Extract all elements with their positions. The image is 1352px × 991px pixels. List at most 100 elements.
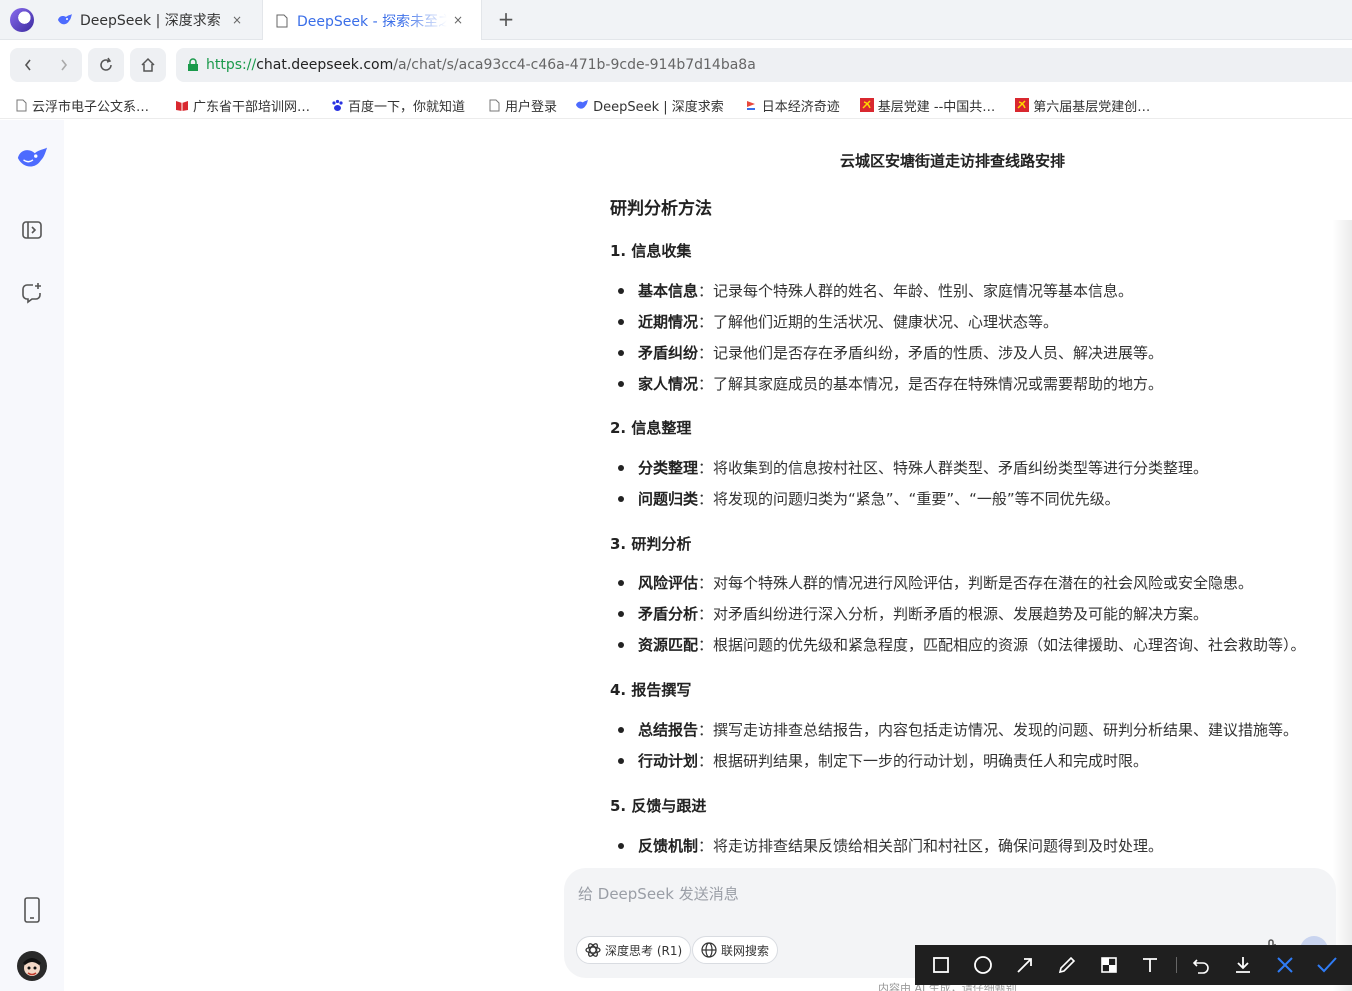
bookmark-flag-icon xyxy=(744,98,758,112)
bookmark-label: 广东省干部培训网… xyxy=(193,99,311,115)
new-tab-button[interactable]: + xyxy=(494,8,518,32)
bullet xyxy=(618,287,624,294)
arrow-tool-button[interactable] xyxy=(1009,948,1042,982)
tab-bar: DeepSeek | 深度求索 × DeepSeek - 探索未至之境 × + xyxy=(0,0,1352,41)
mosaic-tool-button[interactable] xyxy=(1092,948,1125,982)
close-tab-icon[interactable]: × xyxy=(228,11,246,29)
chevron-right-icon xyxy=(61,59,68,71)
new-chat-icon xyxy=(22,283,41,304)
item-text: ：了解其家庭成员的基本情况，是否存在特殊情况或需要帮助的地方。 xyxy=(698,375,1164,393)
url-path: /a/chat/s/aca93cc4-c46a-471b-9cde-914b7d… xyxy=(393,57,756,73)
bookmark-label: 百度一下，你就知道 xyxy=(348,99,466,115)
deep-think-label: 深度思考 (R1) xyxy=(605,943,683,958)
undo-button[interactable] xyxy=(1185,948,1218,982)
bookmark-item[interactable]: DeepSeek | 深度求索 xyxy=(575,96,724,115)
circle-icon xyxy=(974,956,993,974)
subsection-heading: 5. 反馈与跟进 xyxy=(610,797,707,815)
item-label: 行动计划 xyxy=(638,752,699,770)
message-input[interactable] xyxy=(578,880,1278,908)
list-item: 资源匹配 ：根据问题的优先级和紧急程度，匹配相应的资源（如法律援助、心理咨询、社会… xyxy=(618,634,1306,655)
book-icon xyxy=(175,98,189,112)
item-label: 基本信息 xyxy=(638,282,699,300)
tab-deepseek-chat[interactable]: DeepSeek - 探索未至之境 × xyxy=(262,0,482,41)
toolbar-divider xyxy=(1175,957,1177,973)
item-text: ：对矛盾纠纷进行深入分析，判断矛盾的根源、发展趋势及可能的解决方案。 xyxy=(698,605,1209,623)
bookmark-item[interactable]: 第六届基层党建创… xyxy=(1015,96,1150,115)
list-item: 风险评估 ：对每个特殊人群的情况进行风险评估，判断是否存在潜在的社会风险或安全隐患… xyxy=(618,572,1253,593)
browser-logo-icon[interactable] xyxy=(10,8,34,32)
pen-tool-button[interactable] xyxy=(1050,948,1083,982)
item-text: ：记录每个特殊人群的姓名、年龄、性别、家庭情况等基本信息。 xyxy=(698,282,1134,300)
home-button[interactable] xyxy=(130,48,166,82)
forward-button[interactable] xyxy=(46,48,82,82)
back-button[interactable] xyxy=(10,48,46,82)
bookmark-item[interactable]: 云浮市电子公文系… xyxy=(14,96,149,115)
list-item: 矛盾纠纷 ：记录他们是否存在矛盾纠纷，矛盾的性质、涉及人员、解决进展等。 xyxy=(618,342,1163,363)
arrow-icon xyxy=(1017,958,1032,973)
bookmark-item[interactable]: 用户登录 xyxy=(487,96,557,115)
list-item: 分类整理 ：将收集到的信息按村社区、特殊人群类型、矛盾纠纷类型等进行分类整理。 xyxy=(618,457,1208,478)
deepseek-logo-icon[interactable] xyxy=(16,142,48,174)
document-title: 云城区安塘街道走访排查线路安排 xyxy=(840,152,1066,170)
new-chat-button[interactable] xyxy=(16,277,48,309)
ellipse-tool-button[interactable] xyxy=(967,948,1000,982)
item-text: ：将走访排查结果反馈给相关部门和村社区，确保问题得到及时处理。 xyxy=(698,837,1164,855)
bookmark-label: 云浮市电子公文系… xyxy=(32,99,150,115)
navigation-bar: https://chat.deepseek.com/a/chat/s/aca93… xyxy=(0,40,1352,92)
item-text: ：将收集到的信息按村社区、特殊人群类型、矛盾纠纷类型等进行分类整理。 xyxy=(698,459,1209,477)
tab-title: DeepSeek | 深度求索 xyxy=(80,13,221,29)
scroll-shadow xyxy=(1332,220,1352,991)
party-emblem-icon xyxy=(859,98,874,112)
deep-think-button[interactable]: 深度思考 (R1) xyxy=(576,936,692,964)
bullet xyxy=(618,495,624,502)
download-button[interactable] xyxy=(1227,948,1260,982)
item-text: ：根据研判结果，制定下一步的行动计划，明确责任人和完成时限。 xyxy=(698,752,1149,770)
item-label: 资源匹配 xyxy=(638,636,699,654)
item-text: ：根据问题的优先级和紧急程度，匹配相应的资源（如法律援助、心理咨询、社会救助等）… xyxy=(698,636,1306,654)
rectangle-tool-button[interactable] xyxy=(925,948,958,982)
open-sidebar-button[interactable] xyxy=(16,214,48,246)
app-sidebar xyxy=(0,120,64,991)
url-host: chat.deepseek.com xyxy=(256,57,394,73)
item-label: 家人情况 xyxy=(638,375,699,393)
globe-icon xyxy=(701,942,717,958)
mobile-app-button[interactable] xyxy=(16,894,48,926)
tab-deepseek-home[interactable]: DeepSeek | 深度求索 × xyxy=(46,0,260,40)
item-text: ：撰写走访排查总结报告，内容包括走访情况、发现的问题、研判分析结果、建议措施等。 xyxy=(698,721,1299,739)
tab-title: DeepSeek - 探索未至之境 xyxy=(297,13,447,30)
bookmark-item[interactable]: 百度一下，你就知道 xyxy=(330,96,465,115)
avatar[interactable] xyxy=(16,950,48,982)
bookmark-label: 第六届基层党建创… xyxy=(1033,99,1151,115)
rectangle-icon xyxy=(933,957,950,973)
bullet xyxy=(618,464,624,471)
reload-button[interactable] xyxy=(88,48,124,82)
close-tab-icon[interactable]: × xyxy=(449,11,467,29)
text-tool-button[interactable] xyxy=(1134,948,1167,982)
list-item: 基本信息 ：记录每个特殊人群的姓名、年龄、性别、家庭情况等基本信息。 xyxy=(618,280,1133,301)
item-label: 近期情况 xyxy=(638,313,699,331)
bookmark-item[interactable]: 日本经济奇迹 xyxy=(744,96,840,115)
address-bar[interactable]: https://chat.deepseek.com/a/chat/s/aca93… xyxy=(176,48,1352,82)
sidebar-toggle-icon xyxy=(22,221,42,239)
bullet xyxy=(618,757,624,764)
bookmark-item[interactable]: 基层党建 --中国共… xyxy=(859,96,996,115)
baidu-paw-icon xyxy=(330,98,344,112)
list-item: 行动计划 ：根据研判结果，制定下一步的行动计划，明确责任人和完成时限。 xyxy=(618,750,1148,771)
bullet xyxy=(618,349,624,356)
close-icon xyxy=(1277,957,1293,973)
item-label: 风险评估 xyxy=(638,574,699,592)
atom-icon xyxy=(585,942,601,958)
chat-main: 云城区安塘街道走访排查线路安排 研判分析方法 1. 信息收集 基本信息 ：记录每个… xyxy=(64,120,1352,991)
bookmark-label: 基层党建 --中国共… xyxy=(877,99,996,115)
checkmark-icon xyxy=(1316,957,1337,973)
undo-icon xyxy=(1193,959,1209,974)
page-icon xyxy=(273,12,291,30)
item-text: ：对每个特殊人群的情况进行风险评估，判断是否存在潜在的社会风险或安全隐患。 xyxy=(698,574,1254,592)
bookmark-item[interactable]: 广东省干部培训网… xyxy=(175,96,310,115)
list-item: 问题归类 ：将发现的问题归类为“紧急”、“重要”、“一般”等不同优先级。 xyxy=(618,488,1120,509)
subsection-heading: 3. 研判分析 xyxy=(610,535,692,553)
cancel-button[interactable] xyxy=(1268,948,1301,982)
bookmark-label: 日本经济奇迹 xyxy=(761,99,840,115)
web-search-button[interactable]: 联网搜索 xyxy=(692,936,779,964)
confirm-button[interactable] xyxy=(1310,948,1343,982)
